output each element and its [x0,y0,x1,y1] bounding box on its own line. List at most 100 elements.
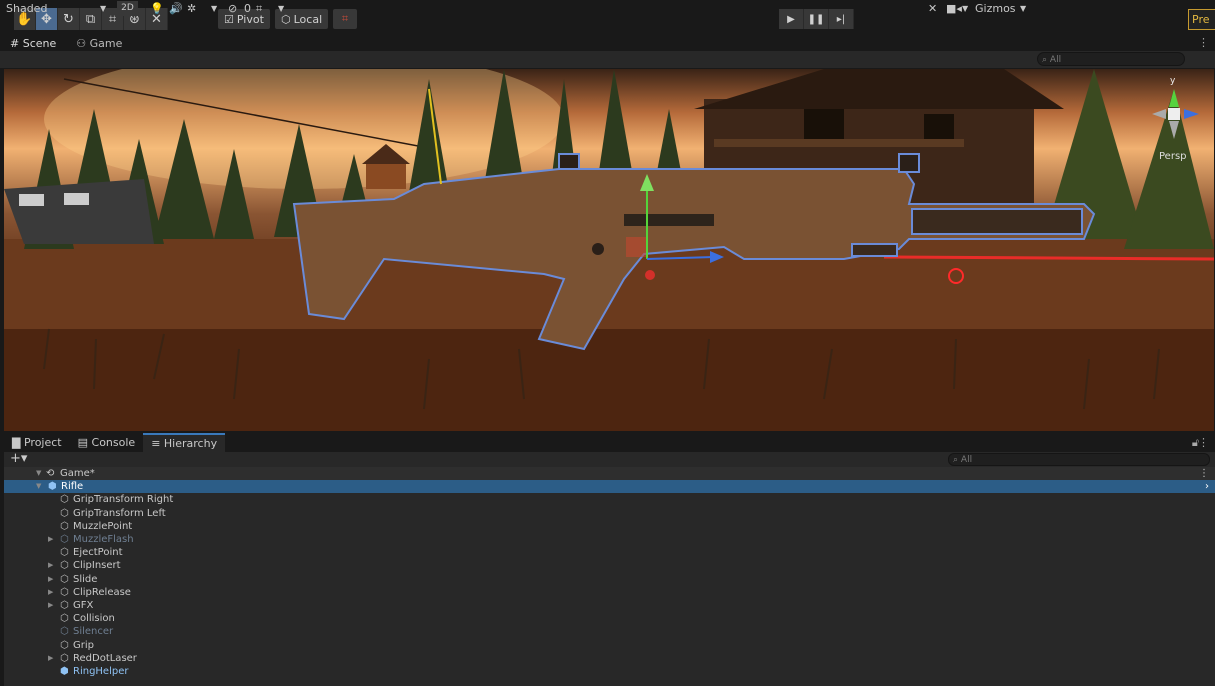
gameobject-cube-icon: ⬡ [60,586,69,598]
chevron-down-icon[interactable]: ▼ [100,1,106,16]
hierarchy-row-label: GripTransform Left [73,507,166,519]
console-icon: ▤ [77,436,89,449]
hierarchy-row[interactable]: ▶ ⬡ ClipInsert [4,559,1215,572]
scene-menu-icon[interactable]: ⋮ [1199,467,1209,480]
more-options-icon[interactable]: ⋮ [1198,436,1209,449]
grid-caret-icon[interactable]: ▼ [278,1,284,16]
play-icon[interactable]: ▶ [779,9,804,29]
gizmos-caret-icon[interactable]: ▼ [1020,1,1026,16]
hierarchy-row-label: Rifle [61,481,84,493]
chevron-right-icon[interactable]: › [1205,480,1209,493]
grid-visibility-icon[interactable]: ⌗ [256,1,262,16]
hierarchy-row[interactable]: ⬡ Collision [4,612,1215,625]
hierarchy-row[interactable]: ▶ ⬡ GFX [4,599,1215,612]
rotate-tool-icon[interactable]: ↻ [58,8,80,30]
tab-game-label: Game [89,37,123,50]
tools-icon[interactable]: ✕ [928,1,937,16]
distant-cabin [366,164,406,189]
hierarchy-row[interactable]: ⬡ Grip [4,639,1215,652]
gameobject-cube-icon: ⬡ [60,494,69,506]
hidden-count: 0 [244,2,251,15]
pause-icon[interactable]: ❚❚ [804,9,829,29]
hierarchy-row[interactable]: ▶ ⬡ RedDotLaser [4,652,1215,665]
collapsed-arrow-icon[interactable]: ▶ [48,652,53,665]
perspective-label[interactable]: Persp [1159,151,1187,162]
tab-console-label: Console [91,436,136,449]
expand-arrow-icon[interactable]: ▼ [36,467,41,480]
gizmos-dropdown[interactable]: Gizmos [975,1,1016,16]
collapsed-arrow-icon[interactable]: ▶ [48,559,53,572]
tab-hierarchy-label: Hierarchy [163,437,218,450]
hierarchy-row-label: EjectPoint [73,547,123,559]
camera-caret-icon[interactable]: ▼ [962,1,968,16]
prefab-cube-icon: ⬢ [60,666,69,677]
orientation-gizmo[interactable] [1152,89,1199,139]
effects-icon[interactable]: ✲ [187,1,196,16]
preview-button[interactable]: Pre [1188,9,1215,30]
local-label: Local [293,12,323,26]
scene-viewport[interactable]: y Persp [4,69,1214,431]
step-icon[interactable]: ▸| [829,9,854,29]
hierarchy-row[interactable]: ▶ ⬡ Slide [4,573,1215,586]
gizmo-y-label: y [1170,76,1176,86]
hierarchy-row-label: RedDotLaser [73,652,137,664]
hierarchy-row[interactable]: ⬡ MuzzlePoint [4,520,1215,533]
collapsed-arrow-icon[interactable]: ▶ [48,533,53,546]
hierarchy-row[interactable]: ▶ ⬡ ClipRelease [4,586,1215,599]
laser-beam [883,255,1214,261]
hierarchy-search-input[interactable]: ⌕ All [948,453,1210,466]
sign-window-2 [64,193,89,205]
hierarchy-row-label: Collision [73,613,115,625]
scene-header-row[interactable]: ▼ ⟲ Game* ⋮ [4,467,1215,480]
more-options-icon[interactable]: ⋮ [1198,36,1209,49]
prefab-cube-icon: ⬢ [48,481,57,493]
rifle-bolt [592,243,604,255]
shading-dropdown[interactable]: Shaded [6,1,47,16]
unity-scene-icon: ⟲ [46,468,55,479]
hierarchy-row[interactable]: ⬢ RingHelper [4,665,1215,678]
gameobject-cube-icon: ⬡ [60,547,69,559]
scene-search-input[interactable]: ⌕ All [1037,52,1185,66]
tab-project-label: Project [23,436,62,449]
scale-tool-icon[interactable]: ⧉ [80,8,102,30]
collapsed-arrow-icon[interactable]: ▶ [48,586,53,599]
scene-render: y Persp [4,69,1214,431]
search-icon: ⌕ [953,455,959,465]
camera-icon[interactable]: ■◂ [946,1,962,16]
tab-scene[interactable]: # Scene [0,36,66,51]
sign-window [19,194,44,206]
grid-snap-icon[interactable]: ⌗ [333,9,357,29]
hierarchy-row-label: ClipInsert [73,560,121,572]
audio-icon[interactable]: 🔊 [169,1,183,16]
hierarchy-row[interactable]: ⬡ Silencer [4,625,1215,638]
scene-name: Game* [60,468,95,479]
hierarchy-row[interactable]: ▶ ⬡ MuzzleFlash [4,533,1215,546]
expand-arrow-icon[interactable]: ▼ [36,480,41,493]
scene-search-placeholder: All [1049,55,1062,65]
hierarchy-row[interactable]: ▼ ⬢ Rifle › [4,480,1215,494]
collapsed-arrow-icon[interactable]: ▶ [48,573,53,586]
gameobject-cube-icon: ⬡ [60,520,69,532]
gameobject-cube-icon: ⬡ [60,626,69,638]
hidden-objects-icon[interactable]: ⊘ [228,1,237,16]
hierarchy-row[interactable]: ⬡ GripTransform Right [4,493,1215,506]
effects-caret-icon[interactable]: ▼ [211,1,217,16]
tab-hierarchy[interactable]: ≡ Hierarchy [143,433,226,452]
tab-console[interactable]: ▤ Console [70,433,144,452]
hierarchy-search-placeholder: All [960,455,973,465]
sign-board [4,179,154,244]
lighting-icon[interactable]: 💡 [150,1,164,16]
hierarchy-panel: ▼ ⟲ Game* ⋮ ▼ ⬢ Rifle › ⬡ GripTransform Right… [4,467,1215,686]
tab-game[interactable]: ⚇ Game [66,36,132,51]
toggle-2d-button[interactable]: 2D [117,1,138,16]
hierarchy-row[interactable]: ⬡ GripTransform Left [4,507,1215,520]
playback-controls: ▶ ❚❚ ▸| [779,9,854,29]
tab-project[interactable]: ▇ Project [4,433,70,452]
gamepad-icon: ⚇ [76,37,87,50]
hierarchy-row[interactable]: ⬡ EjectPoint [4,546,1215,559]
collapsed-arrow-icon[interactable]: ▶ [48,599,53,612]
folder-icon: ▇ [12,436,21,449]
gameobject-cube-icon: ⬡ [60,507,69,519]
add-object-button[interactable]: +▾ [10,451,27,466]
grid-icon: # [10,37,20,50]
